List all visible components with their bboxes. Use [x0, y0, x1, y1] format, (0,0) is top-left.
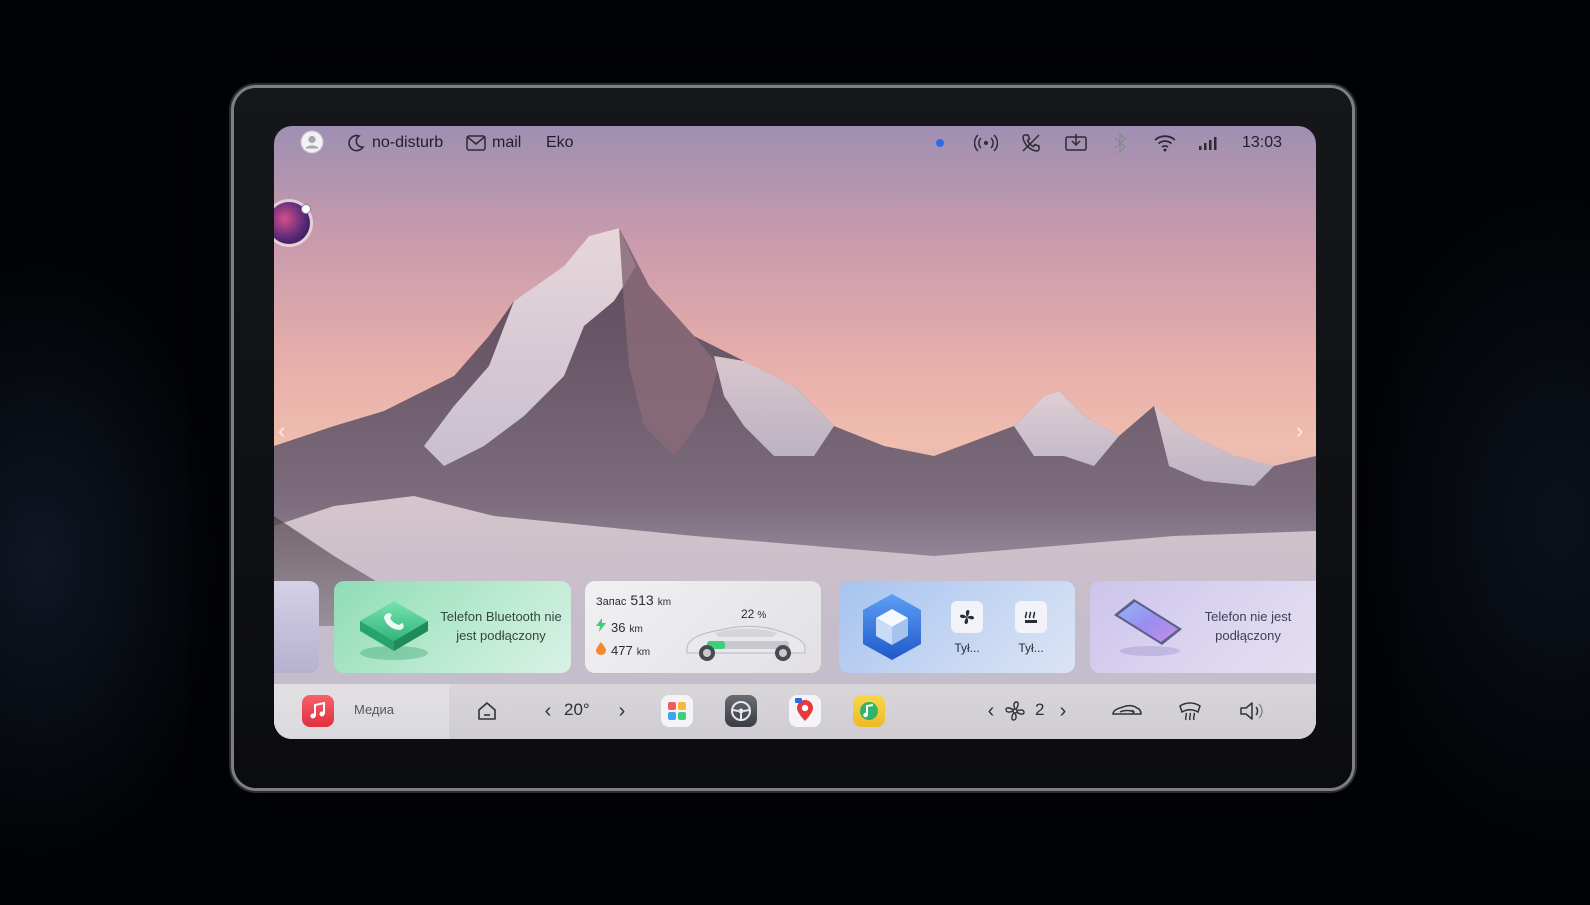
dot-indicator-icon [935, 132, 945, 154]
volume-button[interactable] [1237, 698, 1267, 724]
drive-mode-label: Eko [546, 134, 574, 151]
clock: 13:03 [1242, 134, 1283, 151]
broadcast-icon [974, 132, 998, 154]
speaker-icon [1240, 702, 1263, 720]
temp-decrease-button[interactable]: ‹ [538, 698, 558, 724]
fuel-drop-icon [596, 642, 606, 655]
card-quick-controls[interactable]: Tył... Tył... [839, 581, 1075, 673]
temp-increase-button[interactable]: › [612, 698, 632, 724]
infotainment-screen: no-disturb mail Eko 13:03 ‹ › Telefon Bl… [274, 126, 1316, 739]
card-partial-left[interactable] [274, 581, 319, 673]
signal-icon [1198, 132, 1220, 154]
navigation-app-icon[interactable] [789, 695, 821, 727]
music-note-icon [310, 701, 325, 719]
temperature-value: 20° [564, 700, 590, 719]
front-defrost-button[interactable] [1177, 698, 1203, 724]
mail-button[interactable]: mail [466, 132, 521, 154]
range-label: Запас [596, 596, 627, 608]
screen-cast-icon [1064, 132, 1088, 154]
car-battery-illustration [686, 625, 806, 661]
status-bar: no-disturb mail Eko 13:03 [274, 126, 1316, 160]
fuel-range-unit: km [636, 647, 651, 658]
chevron-left-icon: ‹ [987, 699, 995, 722]
range-unit: km [657, 597, 672, 608]
range-value: 513 [630, 592, 654, 608]
home-icon [478, 702, 496, 720]
no-disturb-toggle[interactable]: no-disturb [346, 132, 443, 154]
wifi-icon [1153, 132, 1177, 154]
car-air-icon [1112, 704, 1142, 715]
air-recirculation-button[interactable] [1110, 698, 1144, 724]
wallpaper-prev-arrow[interactable]: ‹ [278, 418, 285, 444]
fan-increase-button[interactable]: › [1054, 698, 1072, 724]
app-cube-icon[interactable] [859, 591, 925, 663]
windshield-defrost-icon [1179, 702, 1201, 721]
drive-mode-button[interactable]: Eko [546, 132, 574, 154]
phone-projection-text: Telefon nie jest podłączony [1188, 607, 1308, 645]
media-label: Медиа [354, 702, 394, 717]
fan-decrease-button[interactable]: ‹ [982, 698, 1000, 724]
rear-fan-icon [960, 610, 974, 624]
steering-app-icon[interactable] [725, 695, 757, 727]
bottom-dock: Медиа ‹ 20° › ‹ 2 › [274, 684, 1316, 739]
no-call-icon [1020, 132, 1042, 154]
chevron-right-icon: › [618, 699, 626, 722]
phone-projection-line1: Telefon nie jest [1204, 609, 1292, 624]
music-app-icon[interactable] [302, 695, 334, 727]
card-phone-projection[interactable]: Telefon nie jest podłączony [1090, 581, 1316, 673]
rear-defrost-button[interactable] [1015, 601, 1047, 633]
steering-wheel-icon [731, 701, 751, 721]
map-pin-icon [795, 698, 813, 721]
chevron-right-icon: › [1059, 699, 1067, 722]
app-launcher-icon[interactable] [661, 695, 693, 727]
moon-icon [348, 134, 365, 152]
fan-icon [1003, 699, 1027, 723]
rear-seat-heat-button[interactable] [951, 601, 983, 633]
mail-label: mail [492, 134, 522, 151]
mail-icon [466, 135, 486, 151]
electric-range-value: 36 [611, 620, 626, 635]
fan-level-value: 2 [1035, 700, 1045, 719]
phone-handset-icon [360, 601, 428, 660]
home-button[interactable] [474, 698, 500, 724]
no-disturb-label: no-disturb [372, 134, 444, 151]
assistant-status-dot [301, 204, 311, 214]
music-disc-icon [860, 702, 878, 720]
user-avatar[interactable] [300, 130, 324, 154]
phone-projection-line2: podłączony [1215, 628, 1281, 643]
card-bluetooth-phone[interactable]: Telefon Bluetooth nie jest podłączony [334, 581, 571, 673]
rear-control-label-1: Tył... [954, 641, 980, 655]
chevron-left-icon: ‹ [544, 699, 552, 722]
wallpaper-next-arrow[interactable]: › [1296, 418, 1303, 444]
user-icon [300, 130, 324, 154]
card-range[interactable]: Запас 513 km 36 km 477 km 22 % [585, 581, 821, 673]
music-streaming-app-icon[interactable] [853, 695, 885, 727]
fuel-range-value: 477 [611, 643, 633, 658]
bluetooth-text-line1: Telefon Bluetooth nie [440, 609, 562, 624]
bluetooth-icon [1112, 132, 1128, 154]
bluetooth-text-line2: jest podłączony [456, 628, 546, 643]
electric-range-unit: km [629, 624, 643, 635]
rear-heat-icon [1024, 611, 1037, 623]
rear-control-label-2: Tył... [1018, 641, 1044, 655]
grid-apps-icon [668, 702, 686, 720]
lightning-icon [596, 618, 606, 632]
bluetooth-status-text: Telefon Bluetooth nie jest podłączony [436, 607, 566, 645]
smartphone-icon [1114, 599, 1182, 656]
